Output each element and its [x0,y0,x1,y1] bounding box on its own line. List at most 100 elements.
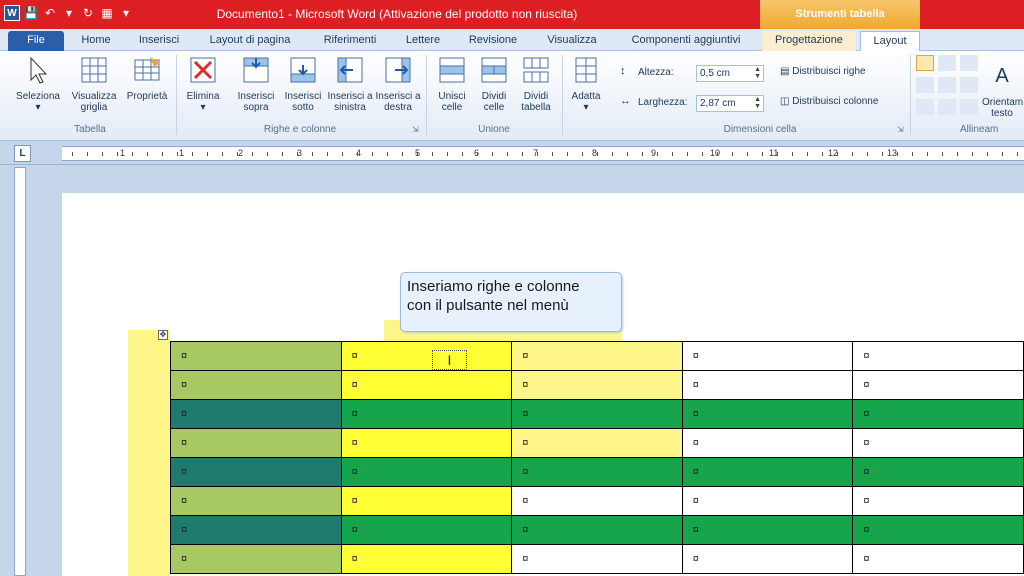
merge-cells-button[interactable]: Unisci celle [430,55,474,113]
align-center-button[interactable] [938,77,956,93]
table-cell[interactable]: ¤ [681,486,854,516]
table-cell[interactable]: ¤ [852,399,1024,429]
view-gridlines-button[interactable]: Visualizza griglia [66,55,122,113]
height-field[interactable]: 0,5 cm ▲ ▼ [696,65,764,82]
table-row[interactable]: ¤ ¤ ¤ ¤ ¤ [170,486,1024,516]
tab-file[interactable]: File [8,31,64,51]
distribute-rows-button[interactable]: ▤ Distribuisci righe [780,66,866,77]
table-row[interactable]: ¤ ¤ ¤ ¤ ¤ [170,544,1024,574]
table-cell[interactable]: ¤ [511,544,683,574]
tab-componenti-aggiuntivi[interactable]: Componenti aggiuntivi [614,31,758,51]
table-cell[interactable]: ¤ [511,486,683,516]
select-button[interactable]: Seleziona ▾ [10,55,66,113]
table-row[interactable]: ¤ ¤ ¤ ¤ ¤ [170,515,1024,545]
table-cell[interactable]: ¤ [340,457,513,487]
table-cell[interactable]: ¤ [852,515,1024,545]
table-cell[interactable]: ¤ [681,341,854,371]
autofit-button[interactable]: Adatta ▾ [566,55,606,113]
table-cell[interactable]: ¤ [170,544,342,574]
table-cell[interactable]: ¤ [340,370,513,400]
delete-button[interactable]: Elimina ▾ [180,55,226,113]
spinner-icon[interactable]: ▲ ▼ [754,96,761,110]
dialog-launcher-icon[interactable]: ⇲ [897,125,904,134]
table-cell[interactable]: ¤ [852,457,1024,487]
table-cell[interactable]: ¤ [340,428,513,458]
table-cell[interactable]: ¤ [681,428,854,458]
properties-button[interactable]: Proprietà [122,55,172,102]
tab-home[interactable]: Home [72,31,120,51]
insert-above-button[interactable]: Inserisci sopra [232,55,280,113]
table-cell[interactable]: ¤ [340,515,513,545]
ruler-tick [417,152,418,156]
table-row[interactable]: ¤ ¤ ¤ ¤ ¤ [170,399,1024,429]
table-cell[interactable]: ¤ [511,370,683,400]
ruler-tick [507,152,508,156]
table-cell[interactable]: ¤ [681,457,854,487]
tab-revisione[interactable]: Revisione [458,31,528,51]
align-bottom-left-button[interactable] [916,99,934,115]
table-row[interactable]: ¤ ¤ ¤ ¤ ¤ [170,457,1024,487]
dropdown-arrow-icon: ▾ [200,102,206,113]
table-cell[interactable]: ¤ [852,428,1024,458]
table-cell[interactable]: ¤ [170,457,342,487]
distribute-columns-button[interactable]: ◫ Distribuisci colonne [780,96,878,107]
table-cell[interactable]: ¤ [511,399,683,429]
document-table[interactable]: ¤ ¤ ¤ ¤ ¤ ¤ ¤ ¤ ¤ ¤ ¤ ¤ ¤ ¤ ¤ ¤ ¤ ¤ ¤ ¤ ¤ ¤ ¤ ¤ ¤ ¤ ¤ ¤ ¤ ¤ ¤ ¤ ¤ ¤ ¤ ¤ ¤ ¤ ¤ ¤ [170,341,1024,574]
vertical-ruler[interactable] [14,167,26,576]
align-top-left-button[interactable] [916,55,934,71]
table-cell[interactable]: ¤ [170,428,342,458]
insert-left-button[interactable]: Inserisci a sinistra [326,55,374,113]
table-cell[interactable]: ¤ [170,486,342,516]
align-center-right-button[interactable] [960,77,978,93]
insert-below-button[interactable]: Inserisci sotto [280,55,326,113]
align-top-right-button[interactable] [960,55,978,71]
table-cell[interactable]: ¤ [852,544,1024,574]
table-cell[interactable]: ¤ [511,515,683,545]
split-table-icon [523,57,549,83]
tab-selector[interactable]: L [14,145,31,162]
table-cell[interactable]: ¤ [852,486,1024,516]
tab-layout-di-pagina[interactable]: Layout di pagina [198,31,302,51]
align-bottom-center-button[interactable] [938,99,956,115]
dialog-launcher-icon[interactable]: ⇲ [412,125,419,134]
table-cell[interactable]: ¤ [681,370,854,400]
tab-layout[interactable]: Layout [860,31,920,51]
split-table-button[interactable]: Dividi tabella [514,55,558,113]
table-cell[interactable]: ¤ [511,457,683,487]
tab-progettazione[interactable]: Progettazione [762,31,856,51]
table-cell[interactable]: ¤ [681,544,854,574]
spinner-icon[interactable]: ▲ ▼ [754,66,761,80]
align-center-left-button[interactable] [916,77,934,93]
table-cell[interactable]: ¤ [170,515,342,545]
ruler-tick [102,152,103,156]
table-cell[interactable]: ¤ [852,370,1024,400]
align-top-center-button[interactable] [938,55,956,71]
table-cell[interactable]: ¤ [170,341,342,371]
tab-inserisci[interactable]: Inserisci [128,31,190,51]
tab-visualizza[interactable]: Visualizza [536,31,608,51]
tab-lettere[interactable]: Lettere [396,31,450,51]
table-row[interactable]: ¤ ¤ ¤ ¤ ¤ [170,370,1024,400]
table-cell[interactable]: ¤ [511,341,683,371]
table-cell[interactable]: ¤ [170,370,342,400]
table-cell[interactable]: ¤ [170,399,342,429]
insert-right-button[interactable]: Inserisci a destra [374,55,422,113]
split-cells-button[interactable]: Dividi celle [474,55,514,113]
table-row[interactable]: ¤ ¤ ¤ ¤ ¤ [170,341,1024,371]
table-cell[interactable]: ¤ [340,341,513,371]
table-cell[interactable]: ¤ [681,399,854,429]
table-cell[interactable]: ¤ [340,544,513,574]
table-cell[interactable]: ¤ [681,515,854,545]
width-field[interactable]: 2,87 cm ▲ ▼ [696,95,764,112]
table-cell[interactable]: ¤ [511,428,683,458]
table-cell[interactable]: ¤ [340,486,513,516]
align-bottom-right-button[interactable] [960,99,978,115]
table-row[interactable]: ¤ ¤ ¤ ¤ ¤ [170,428,1024,458]
tab-riferimenti[interactable]: Riferimenti [310,31,390,51]
table-cell[interactable]: ¤ [852,341,1024,371]
ruler-tick [822,152,823,156]
ruler-strip[interactable]: 112345678910111213 [62,146,1024,161]
text-direction-button[interactable]: A Orientam testo [982,55,1023,119]
table-move-handle[interactable]: ✥ [158,330,168,340]
table-cell[interactable]: ¤ [340,399,513,429]
